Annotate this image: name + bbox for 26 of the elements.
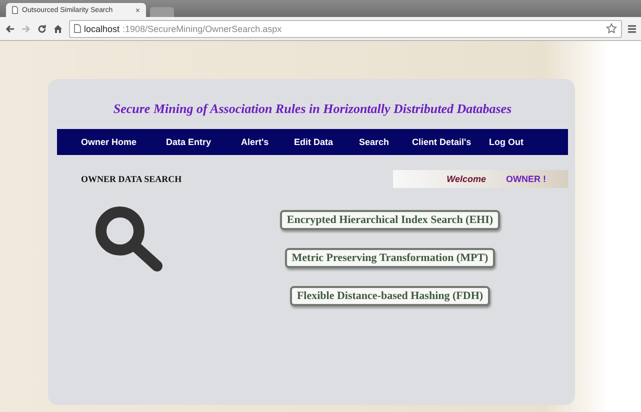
nav-link[interactable]: Owner Home xyxy=(81,137,166,147)
reload-icon[interactable] xyxy=(37,24,47,34)
nav-link[interactable]: Search xyxy=(359,137,412,147)
welcome-label: Welcome xyxy=(446,174,486,184)
section-title: OWNER DATA SEARCH xyxy=(81,174,182,184)
search-method-button[interactable]: Flexible Distance-based Hashing (FDH) xyxy=(290,286,490,306)
nav-link[interactable]: Data Entry xyxy=(166,137,241,147)
search-icon xyxy=(95,206,163,272)
nav-link[interactable]: Client Detail's xyxy=(412,137,489,147)
page-icon xyxy=(12,6,18,14)
star-icon[interactable] xyxy=(606,23,617,34)
user-name: OWNER ! xyxy=(506,174,546,184)
url-path: :1908/SecureMining/OwnerSearch.aspx xyxy=(122,24,282,34)
home-icon[interactable] xyxy=(53,24,63,34)
address-field[interactable]: localhost :1908/SecureMining/OwnerSearch.aspx xyxy=(69,20,622,38)
page-icon xyxy=(74,24,81,33)
nav-link[interactable]: Log Out xyxy=(489,137,534,147)
search-method-button[interactable]: Encrypted Hierarchical Index Search (EHI) xyxy=(280,210,500,230)
site-title: Secure Mining of Association Rules in Horizontally Distributed Databases xyxy=(112,100,513,118)
url-host: localhost xyxy=(84,24,120,34)
menu-icon[interactable] xyxy=(628,24,636,34)
nav-link[interactable]: Edit Data xyxy=(294,137,359,147)
close-icon[interactable]: × xyxy=(135,6,140,14)
search-method-button[interactable]: Metric Preserving Transformation (MPT) xyxy=(284,248,496,268)
back-icon[interactable] xyxy=(5,24,15,34)
nav-link[interactable]: Alert's xyxy=(241,137,294,147)
